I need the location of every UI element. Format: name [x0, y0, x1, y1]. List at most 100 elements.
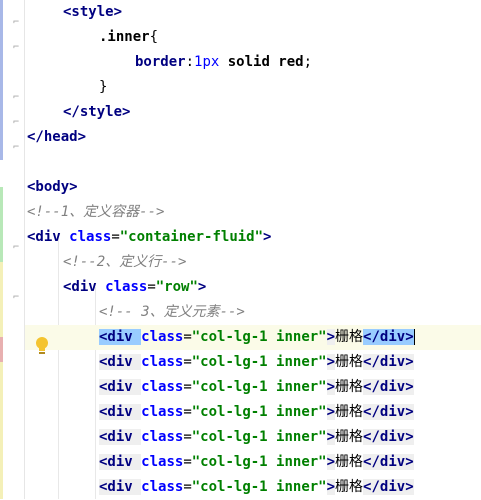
code-token: =: [183, 479, 192, 495]
code-token: </style>: [63, 104, 131, 120]
code-line[interactable]: <div class="col-lg-1 inner">栅格</div>: [25, 425, 481, 450]
code-line[interactable]: <!--1、定义容器-->: [25, 200, 481, 225]
code-token: </head>: [27, 129, 87, 145]
code-text: <div class="col-lg-1 inner">栅格</div>: [99, 400, 414, 425]
code-text: </head>: [27, 125, 86, 150]
code-token: <div: [99, 329, 142, 345]
code-token: <body>: [27, 179, 78, 195]
code-token: 栅格: [335, 429, 364, 445]
code-token: <div: [99, 479, 142, 495]
code-token: =: [183, 379, 192, 395]
code-line[interactable]: </head>: [25, 125, 481, 150]
code-line[interactable]: <div class="col-lg-1 inner">栅格</div>: [25, 450, 481, 475]
code-text: <div class="container-fluid">: [27, 225, 271, 250]
code-text: <div class="col-lg-1 inner">栅格</div>: [99, 450, 414, 475]
code-token: border: [135, 54, 186, 70]
code-token: >: [263, 229, 272, 245]
code-text: <!--1、定义容器-->: [27, 200, 164, 225]
code-line[interactable]: <div class="col-lg-1 inner">栅格</div>: [25, 350, 481, 375]
code-token: class: [105, 279, 148, 295]
code-line[interactable]: <div class="col-lg-1 inner">栅格</div>: [25, 375, 481, 400]
editor-gutter: ⌐ ⌐ ⌐ ⌐ ⌐ ⌐ ⌐: [0, 0, 25, 499]
code-text: </style>: [63, 100, 130, 125]
code-token: {: [149, 29, 159, 45]
code-text: border:1px solid red;: [135, 50, 312, 75]
code-token: "col-lg-1 inner": [191, 379, 327, 395]
code-token: 栅格: [335, 454, 364, 470]
vcs-modified-marker[interactable]: [0, 262, 3, 499]
code-token: class: [141, 379, 184, 395]
code-token: >: [326, 479, 336, 495]
fold-marker-icon[interactable]: ⌐: [13, 118, 20, 128]
code-token: 栅格: [335, 329, 364, 345]
code-token: "row": [155, 279, 198, 295]
code-text: <div class="col-lg-1 inner">栅格</div>: [99, 375, 414, 400]
code-line[interactable]: }: [25, 75, 481, 100]
code-token: </div>: [363, 379, 414, 395]
vcs-current-marker[interactable]: [0, 337, 3, 362]
code-line[interactable]: <div class="col-lg-1 inner">栅格</div>: [25, 325, 481, 350]
fold-marker-icon[interactable]: ⌐: [13, 43, 20, 53]
code-token: >: [326, 354, 336, 370]
code-token: }: [99, 79, 108, 95]
code-token: 栅格: [335, 479, 364, 495]
code-token: <div: [99, 454, 142, 470]
code-line[interactable]: <div class="container-fluid">: [25, 225, 481, 250]
code-line[interactable]: <div class="row">: [25, 275, 481, 300]
code-token: "col-lg-1 inner": [191, 479, 327, 495]
code-token: class: [141, 429, 184, 445]
code-editor[interactable]: <![endif]--><style>.inner{border:1px sol…: [25, 0, 481, 499]
code-text: <!-- 3、定义元素-->: [99, 300, 245, 325]
fold-marker-icon[interactable]: ⌐: [13, 243, 20, 253]
code-token: =: [183, 429, 192, 445]
code-token: class: [141, 404, 184, 420]
code-line[interactable]: <!-- 3、定义元素-->: [25, 300, 481, 325]
code-token: class: [141, 479, 184, 495]
code-token: </div>: [363, 429, 414, 445]
code-token: <div: [63, 279, 106, 295]
code-token: "col-lg-1 inner": [191, 454, 327, 470]
fold-marker-icon[interactable]: ⌐: [13, 93, 20, 103]
code-token: "col-lg-1 inner": [191, 329, 327, 345]
fold-marker-icon[interactable]: ⌐: [13, 18, 20, 28]
code-token: >: [326, 454, 336, 470]
fold-marker-icon[interactable]: ⌐: [13, 293, 20, 303]
code-token: =: [183, 329, 192, 345]
code-token: <div: [99, 404, 142, 420]
code-token: >: [326, 329, 336, 345]
code-token: =: [183, 404, 192, 420]
code-text: }: [99, 75, 107, 100]
code-token: <style>: [63, 4, 123, 20]
code-token: <!--2、定义行-->: [63, 254, 187, 270]
code-line[interactable]: <!--2、定义行-->: [25, 250, 481, 275]
code-line[interactable]: border:1px solid red;: [25, 50, 481, 75]
code-token: 1px: [194, 54, 228, 70]
code-line[interactable]: <style>: [25, 0, 481, 25]
code-text: <!--2、定义行-->: [63, 250, 186, 275]
code-text: <div class="col-lg-1 inner">栅格</div>: [99, 475, 414, 500]
code-token: =: [183, 354, 192, 370]
fold-marker-icon[interactable]: ⌐: [13, 143, 20, 153]
code-token: class: [69, 229, 112, 245]
vcs-added-marker[interactable]: [0, 187, 3, 262]
code-token: 栅格: [335, 379, 364, 395]
code-line[interactable]: <div class="col-lg-1 inner">栅格</div>: [25, 400, 481, 425]
code-text: <div class="row">: [63, 275, 206, 300]
code-token: solid red: [227, 54, 304, 70]
code-token: </div>: [363, 329, 414, 345]
code-line[interactable]: </style>: [25, 100, 481, 125]
code-token: <div: [99, 429, 142, 445]
code-token: "col-lg-1 inner": [191, 429, 327, 445]
lightbulb-icon[interactable]: [35, 336, 49, 356]
vcs-change-marker[interactable]: [0, 0, 3, 160]
code-token: "container-fluid": [119, 229, 264, 245]
code-line[interactable]: .inner{: [25, 25, 481, 50]
code-line[interactable]: <div class="col-lg-1 inner">栅格</div>: [25, 475, 481, 500]
code-token: </div>: [363, 404, 414, 420]
code-token: </div>: [363, 454, 414, 470]
code-line[interactable]: <body>: [25, 175, 481, 200]
code-token: <div: [99, 354, 142, 370]
code-text: <div class="col-lg-1 inner">栅格</div>: [99, 350, 414, 375]
code-token: class: [141, 454, 184, 470]
text-caret: [413, 329, 415, 345]
